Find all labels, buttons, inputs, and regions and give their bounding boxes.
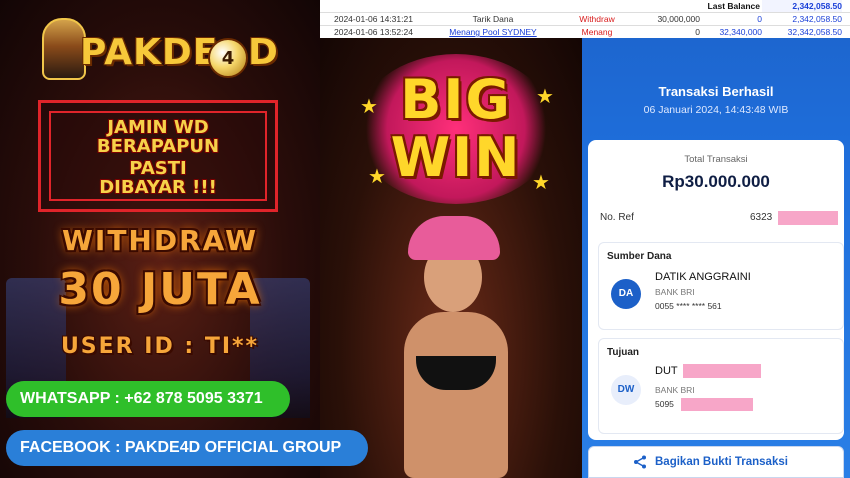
redaction-mask: [681, 398, 753, 411]
model-photo: [390, 216, 520, 478]
share-receipt-button[interactable]: Bagikan Bukti Transaksi: [588, 446, 844, 478]
brand-suffix: D: [248, 32, 279, 73]
withdraw-amount: 30 JUTA: [58, 264, 262, 315]
ref-label: No. Ref: [600, 212, 634, 223]
row-credit: 0: [757, 14, 762, 24]
row-status: Menang: [581, 27, 613, 37]
share-label: Bagikan Bukti Transaksi: [655, 456, 788, 468]
bigwin-panel: BIG WIN ★ ★ ★ ★: [320, 38, 582, 478]
star-icon: ★: [360, 96, 378, 118]
brand-suffix-text: D: [248, 32, 279, 73]
row-credit: 32,340,000: [719, 27, 762, 37]
row-description: Menang Pool SYDNEY: [438, 26, 548, 38]
star-icon: ★: [532, 172, 550, 194]
row-date: 2024-01-06 13:52:24: [334, 27, 413, 37]
banner-line: BERAPAPUN: [96, 136, 220, 157]
banner-line: JAMIN WD: [107, 117, 209, 138]
brand-name-text: PAKDE: [80, 32, 219, 73]
star-icon: ★: [536, 86, 554, 108]
big-win-line2: WIN: [390, 126, 522, 189]
destination-label: Tujuan: [607, 347, 640, 358]
guarantee-banner: JAMIN WD BERAPAPUN PASTI DIBAYAR !!!: [38, 100, 278, 212]
star-icon: ★: [368, 166, 386, 188]
brand-logo: PAKDE 4 D: [42, 18, 278, 86]
source-account: 0055 **** **** 561: [655, 301, 722, 311]
destination-account: 5095: [655, 399, 674, 409]
promo-panel: PAKDE 4 D JAMIN WD BERAPAPUN PASTI DIBAY…: [0, 0, 320, 478]
row-debit: 0: [695, 27, 700, 37]
source-label: Sumber Dana: [607, 251, 672, 262]
model-body: [404, 312, 508, 478]
source-name: DATIK ANGGRAINI: [655, 271, 751, 283]
table-row: 2024-01-06 13:52:24 Menang Pool SYDNEY M…: [320, 25, 850, 37]
receipt-datetime: 06 Januari 2024, 14:43:48 WIB: [643, 104, 789, 116]
bank-receipt: Transaksi Berhasil 06 Januari 2024, 14:4…: [582, 38, 850, 478]
banner-line: DIBAYAR !!!: [99, 177, 217, 198]
row-description: Tarik Dana: [472, 14, 514, 24]
row-debit: 30,000,000: [657, 14, 700, 24]
row-balance: 2,342,058.50: [792, 14, 842, 24]
big-win-line1: BIG: [400, 68, 512, 131]
statement-header: Last Balance 2,342,058.50: [320, 0, 850, 12]
row-balance: 32,342,058.50: [787, 27, 842, 37]
row-date: 2024-01-06 14:31:21: [334, 14, 413, 24]
table-row: 2024-01-06 14:31:21 Tarik Dana Withdraw …: [320, 12, 850, 24]
total-label: Total Transaksi: [684, 154, 748, 165]
pool-link[interactable]: Menang Pool SYDNEY: [449, 27, 536, 37]
banner-line: PASTI: [129, 158, 187, 179]
withdraw-headline: WITHDRAW: [62, 224, 258, 257]
model-hat: [408, 216, 500, 260]
last-balance-label: Last Balance: [707, 1, 760, 11]
ref-value: 6323: [750, 212, 773, 223]
share-icon: [633, 455, 647, 469]
lottery-ball-icon: 4: [208, 38, 248, 78]
brand-name: PAKDE: [80, 32, 218, 73]
redaction-mask: [778, 211, 838, 225]
last-balance-value: 2,342,058.50: [762, 0, 842, 12]
destination-section: Tujuan DW DUT BANK BRI 5095: [598, 338, 844, 434]
destination-name: DUT: [655, 365, 678, 377]
receipt-title: Transaksi Berhasil: [658, 84, 774, 99]
big-win-badge: BIG WIN ★ ★ ★ ★: [356, 54, 556, 204]
row-status: Withdraw: [579, 14, 615, 24]
whatsapp-contact[interactable]: WHATSAPP : +62 878 5095 3371: [6, 381, 290, 417]
destination-bank: BANK BRI: [655, 385, 695, 395]
avatar: DW: [611, 375, 641, 405]
redaction-mask: [683, 364, 761, 378]
user-id: USER ID : TI**: [60, 334, 260, 359]
facebook-contact[interactable]: FACEBOOK : PAKDE4D OFFICIAL GROUP: [6, 430, 368, 466]
ball-digit: 4: [221, 48, 235, 69]
receipt-card: Total Transaksi Rp30.000.000 No. Ref 632…: [588, 140, 844, 440]
transaction-statement: Last Balance 2,342,058.50 2024-01-06 14:…: [320, 0, 850, 38]
total-value: Rp30.000.000: [662, 172, 770, 191]
avatar: DA: [611, 279, 641, 309]
source-section: Sumber Dana DA DATIK ANGGRAINI BANK BRI …: [598, 242, 844, 330]
source-bank: BANK BRI: [655, 287, 695, 297]
